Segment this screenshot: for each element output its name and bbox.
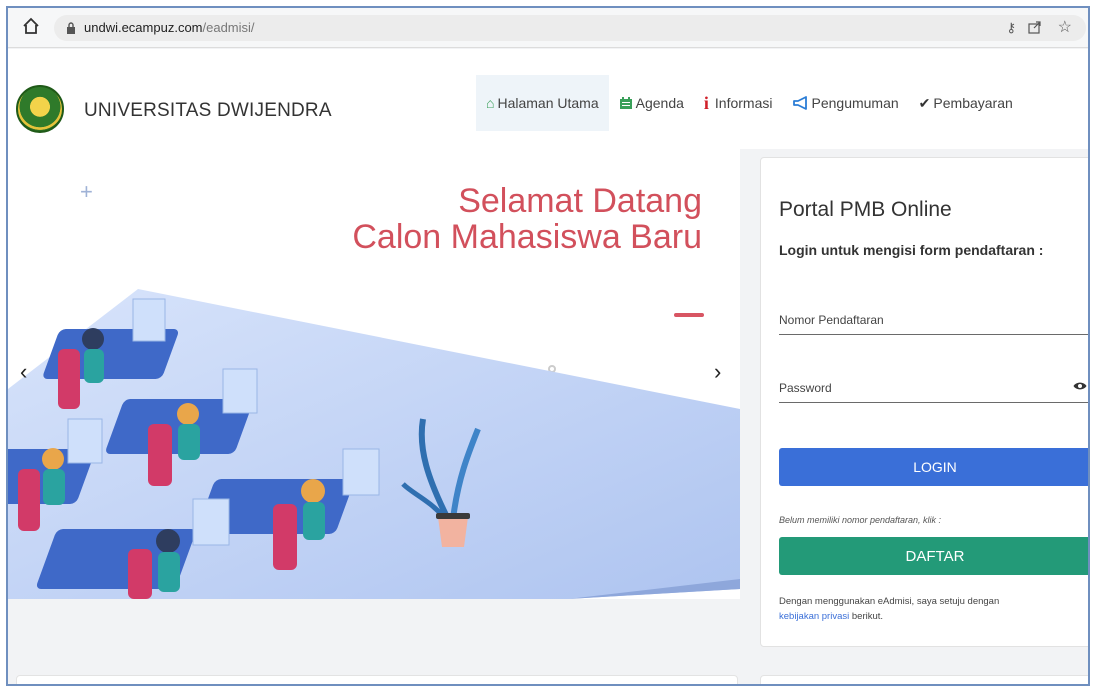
hero-title-line2: Calon Mahasiswa Baru bbox=[352, 218, 702, 256]
browser-toolbar: undwi.ecampuz.com/eadmisi/ ⚷ ☆ bbox=[8, 8, 1088, 48]
nav-pembayaran[interactable]: ✔ Pembayaran bbox=[909, 75, 1023, 131]
home-icon[interactable] bbox=[22, 17, 40, 35]
register-hint: Belum memiliki nomor pendaftaran, klik : bbox=[779, 515, 942, 525]
url-host: undwi.ecampuz.com bbox=[84, 20, 203, 35]
content-card bbox=[760, 675, 1088, 684]
nav-label: Agenda bbox=[635, 95, 684, 111]
bullhorn-icon bbox=[792, 96, 807, 110]
hero-carousel: Selamat Datang Calon Mahasiswa Baru + + bbox=[8, 149, 740, 599]
carousel-next-arrow[interactable]: › bbox=[714, 359, 721, 385]
home-icon: ⌂ bbox=[486, 95, 495, 111]
info-icon: i bbox=[703, 92, 709, 113]
privacy-note-text: Dengan menggunakan eAdmisi, saya setuju … bbox=[779, 596, 1000, 607]
nav-pengumuman[interactable]: Pengumuman bbox=[783, 75, 909, 131]
carousel-prev-arrow[interactable]: ‹ bbox=[20, 359, 27, 385]
login-card: Portal PMB Online Login untuk mengisi fo… bbox=[760, 157, 1088, 647]
bookmark-star-icon[interactable]: ☆ bbox=[1058, 17, 1072, 37]
nav-label: Informasi bbox=[714, 95, 773, 111]
url-path: /eadmisi/ bbox=[202, 20, 255, 35]
registration-number-field[interactable] bbox=[779, 301, 1088, 335]
check-icon: ✔ bbox=[918, 94, 931, 111]
login-subtitle: Login untuk mengisi form pendaftaran : bbox=[779, 242, 1044, 258]
share-icon[interactable] bbox=[1028, 20, 1042, 34]
password-input[interactable] bbox=[779, 369, 1088, 402]
privacy-policy-link[interactable]: kebijakan privasi bbox=[779, 611, 849, 622]
calendar-icon bbox=[619, 97, 632, 109]
nav-agenda[interactable]: Agenda bbox=[609, 75, 694, 131]
register-button[interactable]: DAFTAR bbox=[779, 537, 1088, 575]
url-text[interactable]: undwi.ecampuz.com/eadmisi/ bbox=[84, 20, 255, 35]
show-password-eye-icon[interactable] bbox=[1073, 381, 1087, 391]
content-card bbox=[16, 675, 738, 684]
nav-label: Halaman Utama bbox=[497, 95, 599, 111]
browser-window: undwi.ecampuz.com/eadmisi/ ⚷ ☆ UNIVERSIT… bbox=[6, 6, 1090, 686]
login-button[interactable]: LOGIN bbox=[779, 448, 1088, 486]
portal-title: Portal PMB Online bbox=[779, 198, 952, 221]
key-icon[interactable]: ⚷ bbox=[1006, 20, 1016, 36]
registration-number-input[interactable] bbox=[779, 301, 1088, 334]
nav-label: Pembayaran bbox=[933, 95, 1013, 111]
nav-label: Pengumuman bbox=[811, 95, 899, 111]
main-nav: ⌂ Halaman Utama Agenda i Informasi Pengu… bbox=[476, 75, 1023, 131]
privacy-note-suffix: berikut. bbox=[851, 611, 884, 622]
privacy-note: Dengan menggunakan eAdmisi, saya setuju … bbox=[779, 594, 1079, 624]
decorative-plus: + bbox=[80, 179, 93, 204]
hero-title-line1: Selamat Datang bbox=[458, 182, 702, 220]
site-header: UNIVERSITAS DWIJENDRA ⌂ Halaman Utama Ag… bbox=[8, 49, 1088, 149]
hero-title: Selamat Datang Calon Mahasiswa Baru bbox=[352, 183, 702, 255]
lock-icon[interactable] bbox=[66, 22, 76, 34]
address-bar[interactable]: undwi.ecampuz.com/eadmisi/ ⚷ ☆ bbox=[54, 15, 1086, 41]
university-logo[interactable] bbox=[16, 85, 64, 133]
nav-informasi[interactable]: i Informasi bbox=[694, 75, 783, 131]
nav-halaman-utama[interactable]: ⌂ Halaman Utama bbox=[476, 75, 609, 131]
brand-name[interactable]: UNIVERSITAS DWIJENDRA bbox=[84, 100, 332, 122]
password-field[interactable] bbox=[779, 369, 1088, 403]
classroom-illustration bbox=[8, 289, 740, 599]
